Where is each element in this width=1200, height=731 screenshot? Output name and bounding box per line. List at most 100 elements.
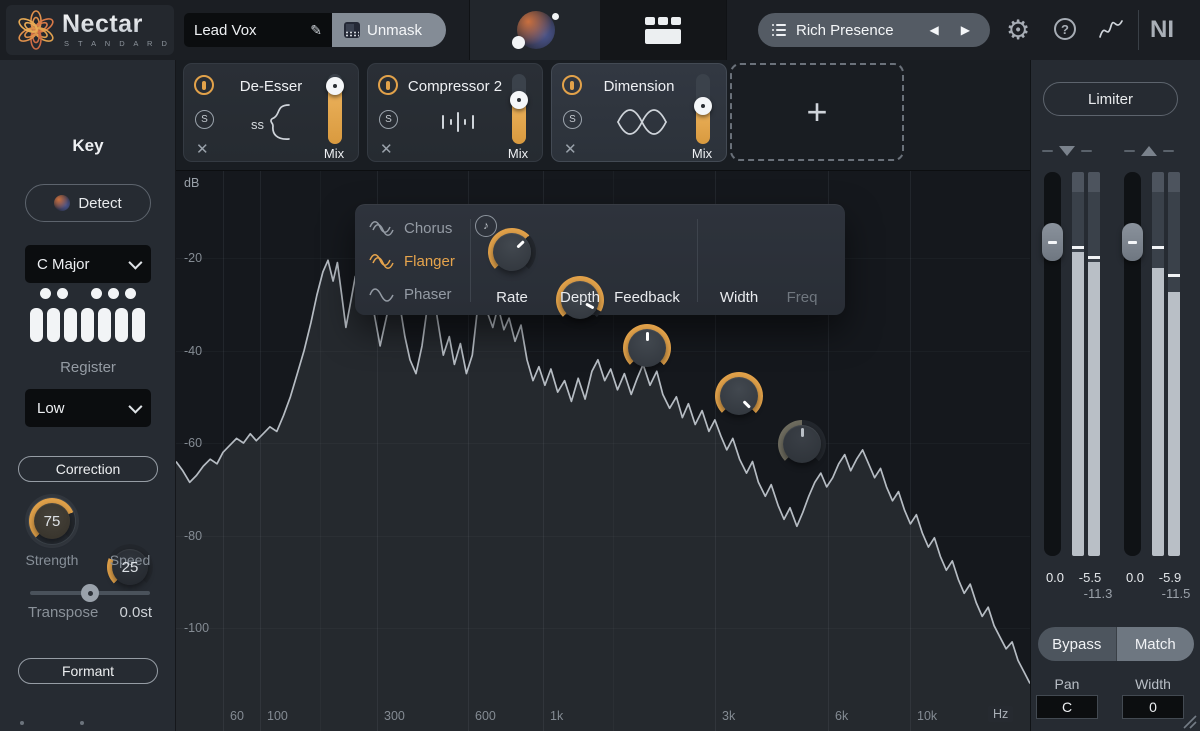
piano-white-key [115, 308, 128, 342]
mode-label: Chorus [404, 219, 453, 237]
mix-slider[interactable] [510, 74, 528, 144]
chevron-down-icon [128, 255, 143, 270]
speed-knob[interactable]: 25 [107, 544, 153, 590]
db-tick-label: -60 [184, 436, 203, 450]
meter-peak-hold [1168, 274, 1180, 278]
meter-peak-hold [1088, 256, 1100, 260]
rms-readout: -11.3 [1083, 586, 1113, 601]
db-tick-label: -80 [184, 528, 203, 543]
close-icon[interactable]: ✕ [564, 140, 577, 158]
meter-fill [1152, 268, 1164, 556]
bypass-label: Bypass [1052, 635, 1102, 653]
detect-button[interactable]: Detect [25, 184, 151, 222]
meter-cap [1152, 172, 1164, 192]
speed-value: 25 [121, 558, 139, 576]
freq-gridline [260, 171, 261, 731]
bypass-button[interactable]: Bypass [1038, 627, 1117, 661]
dimension-icon [602, 98, 682, 146]
close-icon[interactable]: ✕ [380, 140, 393, 158]
signature-icon[interactable] [1096, 15, 1126, 45]
db-tick-label: -20 [184, 251, 203, 265]
mode-label: Phaser [404, 285, 452, 303]
app-title: Nectar [62, 10, 143, 38]
left-arrow-icon[interactable]: ◀ [924, 21, 945, 39]
mix-slider[interactable] [326, 74, 344, 144]
deesser-icon: ss [234, 98, 314, 146]
feedback-knob[interactable] [623, 324, 671, 372]
freq-knob[interactable] [778, 420, 826, 468]
width-knob[interactable] [715, 372, 763, 420]
sphere-dot-small [552, 13, 559, 20]
depth-knob[interactable] [556, 276, 604, 324]
knob-indicator [628, 329, 666, 367]
mix-knob [326, 76, 344, 95]
correction-label: Correction [55, 461, 121, 477]
module-card-dimension[interactable]: Dimension S ✕ Mix [551, 63, 727, 162]
preset-name-field[interactable]: Lead Vox ✎ [184, 13, 332, 47]
close-icon[interactable]: ✕ [196, 140, 209, 158]
settings-gear-icon[interactable]: ⚙ [1006, 15, 1030, 45]
transpose-slider-handle[interactable] [81, 584, 99, 602]
module-card-deesser[interactable]: De-Esser S ✕ ss Mix [183, 63, 359, 162]
preset-selector-value: Rich Presence [796, 21, 894, 39]
ni-logo: NI [1150, 16, 1174, 43]
register-value: Low [37, 399, 65, 417]
freq-gridline [910, 171, 911, 731]
transpose-label: Transpose [28, 604, 99, 621]
compressor-icon [418, 98, 498, 146]
strength-knob[interactable]: 75 [29, 498, 75, 544]
key-dropdown[interactable]: C Major [25, 245, 151, 283]
gain-fader-handle[interactable] [1122, 223, 1143, 262]
tempo-sync-note-icon[interactable]: ♪ [475, 215, 497, 237]
tab-assistant[interactable] [470, 0, 600, 60]
help-icon[interactable]: ? [1054, 18, 1076, 40]
resize-grip[interactable] [1182, 714, 1198, 730]
preset-selector[interactable]: Rich Presence ◀ ▶ [758, 13, 990, 47]
db-gridline [176, 443, 1030, 444]
mode-chorus[interactable]: Chorus [369, 213, 471, 243]
level-meter-bar [1168, 172, 1180, 556]
correction-section-button[interactable]: Correction [18, 456, 158, 482]
piano-keys[interactable] [30, 288, 146, 342]
freq-label: Freq [786, 289, 818, 306]
shift-min-dot [20, 721, 24, 725]
formant-section-button[interactable]: Formant [18, 658, 158, 684]
tab-modules[interactable] [600, 0, 726, 60]
module-card-compressor[interactable]: Compressor 2 S ✕ Mix [367, 63, 543, 162]
unmask-button[interactable]: Unmask [332, 13, 446, 47]
pencil-icon[interactable]: ✎ [310, 22, 322, 39]
nectar-plugin-window: Nectar S T A N D A R D Lead Vox ✎ Unmask [0, 0, 1200, 731]
mode-phaser[interactable]: Phaser [369, 279, 471, 309]
knob-indicator [783, 425, 821, 463]
solo-icon[interactable]: S [195, 110, 214, 129]
mode-flanger[interactable]: Flanger [369, 246, 471, 276]
right-arrow-icon[interactable]: ▶ [955, 21, 976, 39]
solo-icon[interactable]: S [563, 110, 582, 129]
register-dropdown[interactable]: Low [25, 389, 151, 427]
limiter-label: Limiter [1087, 90, 1133, 108]
freq-tick-label: 600 [475, 709, 496, 723]
limiter-button[interactable]: Limiter [1043, 82, 1178, 116]
detect-sphere-icon [54, 195, 71, 211]
level-meter-bar [1152, 172, 1164, 556]
rate-knob[interactable] [488, 228, 536, 276]
db-tick-label: -40 [184, 343, 203, 358]
add-module-button[interactable]: + [730, 63, 904, 161]
app-edition: S T A N D A R D [64, 39, 171, 48]
mix-slider[interactable] [694, 74, 712, 144]
chevron-down-icon [128, 399, 143, 414]
match-button[interactable]: Match [1116, 627, 1194, 661]
width-label: Width [1135, 676, 1171, 692]
gain-down-control[interactable] [1042, 145, 1092, 157]
piano-white-key [132, 308, 145, 342]
key-panel-title: Key [72, 136, 104, 155]
gain-fader-handle[interactable] [1042, 223, 1063, 262]
meter-cap [1072, 172, 1084, 192]
db-gridline [176, 350, 1030, 352]
gain-up-control[interactable] [1124, 145, 1174, 157]
solo-icon[interactable]: S [379, 110, 398, 129]
pan-value-box[interactable]: C [1036, 695, 1098, 719]
width-value-box[interactable]: 0 [1122, 695, 1184, 719]
meter-peak-hold [1072, 246, 1084, 250]
meter-peak-hold [1152, 246, 1164, 250]
